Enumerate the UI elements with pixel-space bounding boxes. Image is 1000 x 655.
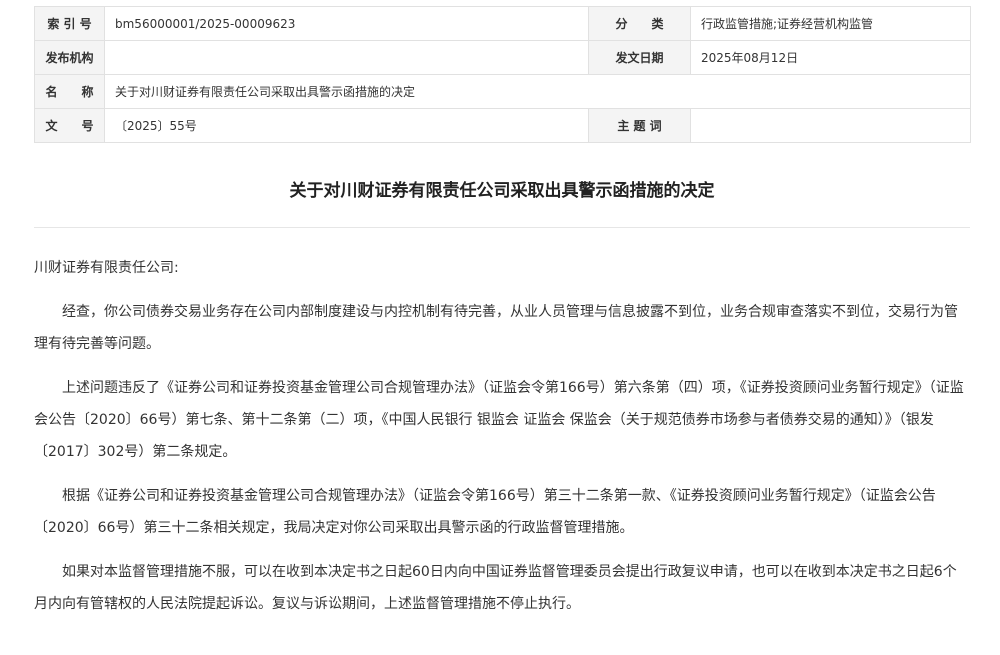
name-value: 关于对川财证券有限责任公司采取出具警示函措施的决定 xyxy=(104,74,971,109)
paragraph-findings: 经查，你公司债券交易业务存在公司内部制度建设与内控机制有待完善，从业人员管理与信… xyxy=(34,304,958,352)
subject-label: 主 题 词 xyxy=(588,108,691,143)
subject-value xyxy=(690,108,971,143)
document-title: 关于对川财证券有限责任公司采取出具警示函措施的决定 xyxy=(289,181,715,201)
issuer-value xyxy=(104,40,589,75)
name-label: 名 称 xyxy=(34,74,105,109)
title-divider xyxy=(34,227,970,228)
docno-label: 文 号 xyxy=(34,108,105,143)
meta-row-issuer: 发布机构 发文日期 2025年08月12日 xyxy=(34,40,971,75)
salutation: 川财证券有限责任公司: xyxy=(34,260,179,276)
category-label: 分 类 xyxy=(588,6,691,41)
document-metadata-table: 索 引 号 bm56000001/2025-00009623 分 类 行政监管措… xyxy=(34,6,971,143)
paragraph-appeal: 如果对本监督管理措施不服，可以在收到本决定书之日起60日内向中国证券监督管理委员… xyxy=(34,564,957,612)
date-value: 2025年08月12日 xyxy=(690,40,971,75)
paragraph-violations: 上述问题违反了《证券公司和证券投资基金管理公司合规管理办法》（证监会令第166号… xyxy=(34,380,964,460)
meta-row-index: 索 引 号 bm56000001/2025-00009623 分 类 行政监管措… xyxy=(34,6,971,41)
docno-value: 〔2025〕55号 xyxy=(104,108,589,143)
index-label: 索 引 号 xyxy=(34,6,105,41)
issuer-label: 发布机构 xyxy=(34,40,105,75)
paragraph-decision: 根据《证券公司和证券投资基金管理公司合规管理办法》（证监会令第166号）第三十二… xyxy=(34,488,936,536)
date-label: 发文日期 xyxy=(588,40,691,75)
meta-row-docno: 文 号 〔2025〕55号 主 题 词 xyxy=(34,108,971,143)
meta-row-name: 名 称 关于对川财证券有限责任公司采取出具警示函措施的决定 xyxy=(34,74,971,109)
document-body: 川财证券有限责任公司: 经查，你公司债券交易业务存在公司内部制度建设与内控机制有… xyxy=(34,252,970,632)
category-value: 行政监管措施;证券经营机构监管 xyxy=(690,6,971,41)
index-value: bm56000001/2025-00009623 xyxy=(104,6,589,41)
